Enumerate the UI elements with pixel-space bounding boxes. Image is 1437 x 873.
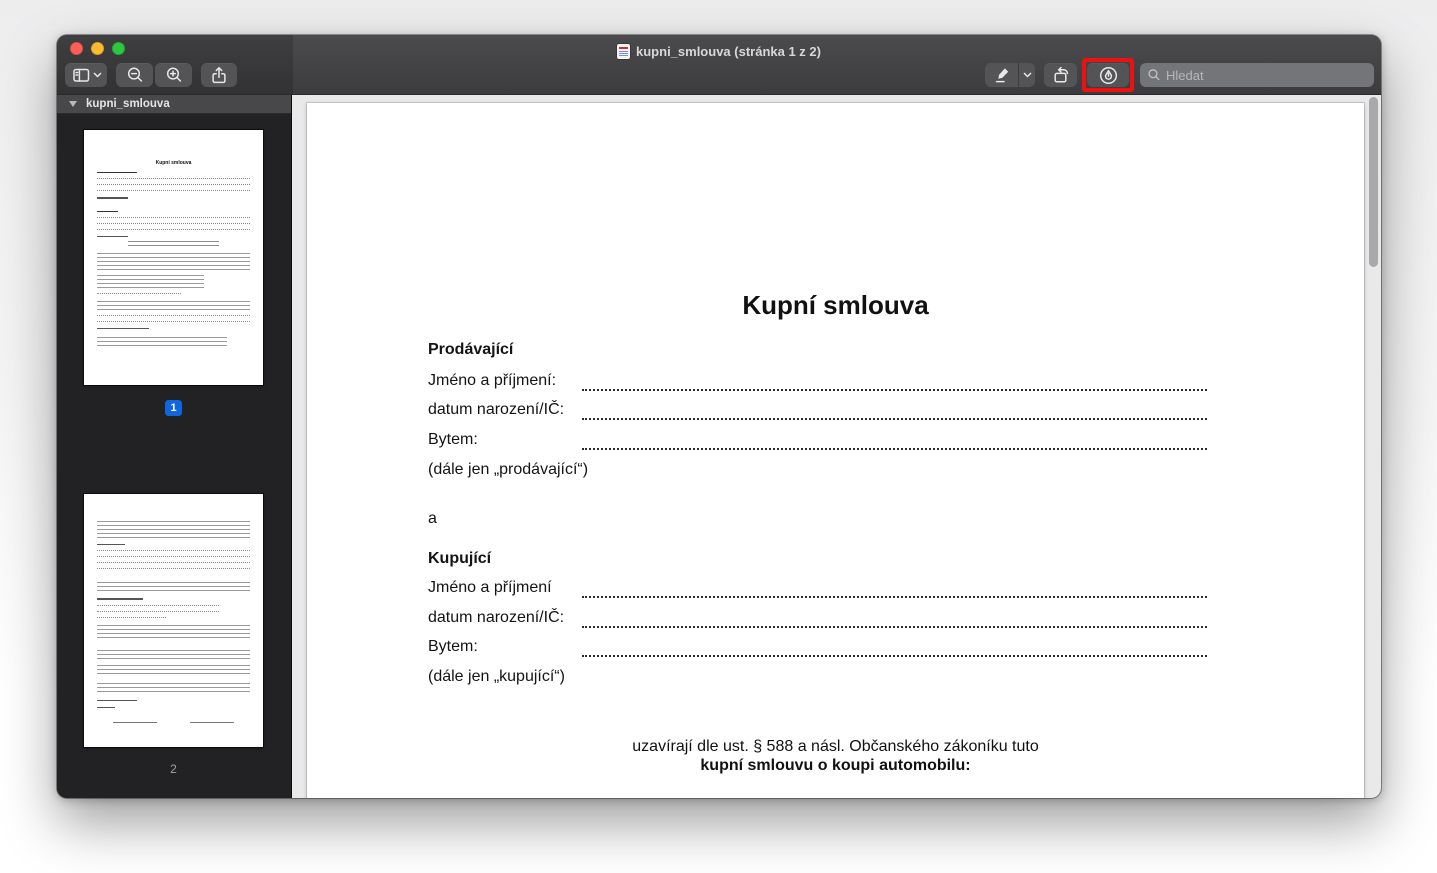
section-heading-buyer: Kupující (428, 549, 492, 567)
document-view: Kupní smlouva Prodávající Jméno a příjme… (292, 95, 1381, 798)
main-area: kupni_smlouva Kupní smlouva 1 2 Kupní sm… (57, 95, 1381, 798)
field-row: Jméno a příjmení (428, 574, 1207, 604)
field-label: Jméno a příjmení (428, 579, 552, 597)
window-title: kupni_smlouva (stránka 1 z 2) (617, 38, 821, 59)
chevron-down-icon (93, 72, 101, 78)
closing-line-1: uzavírají dle ust. § 588 a násl. Občansk… (632, 738, 1039, 755)
thumbnail-title: Kupní smlouva (155, 160, 192, 166)
field-label: Bytem: (428, 638, 478, 656)
search-input[interactable] (1140, 63, 1374, 87)
dotted-line (582, 637, 1207, 658)
search-icon (1148, 69, 1160, 81)
thumbnail-sidebar: kupni_smlouva Kupní smlouva 1 2 (57, 95, 292, 798)
disclosure-triangle-icon[interactable] (69, 101, 77, 107)
search-field (1140, 63, 1374, 87)
markup-pen-icon (1099, 66, 1117, 84)
traffic-lights (70, 35, 125, 61)
dotted-line (582, 371, 1207, 391)
share-button[interactable] (201, 63, 237, 87)
panel-left-icon (72, 68, 89, 82)
highlight-pen-menu-button[interactable] (1018, 63, 1035, 87)
chevron-down-icon (1023, 72, 1031, 78)
fullscreen-button[interactable] (112, 41, 125, 55)
highlight-split-button (985, 63, 1035, 87)
section-note-buyer: (dále jen „kupující“) (428, 668, 565, 685)
titlebar: kupni_smlouva (stránka 1 z 2) (57, 35, 1381, 61)
rotate-left-button[interactable] (1044, 63, 1077, 87)
section-heading-seller: Prodávající (428, 341, 514, 358)
highlighter-pen-icon (995, 68, 1008, 83)
field-row: Bytem: (428, 633, 1207, 663)
minimize-button[interactable] (91, 41, 104, 55)
sidebar-header: kupni_smlouva (57, 95, 291, 114)
field-label: datum narození/IČ: (428, 608, 565, 626)
page-1-thumbnail[interactable]: Kupní smlouva (84, 130, 263, 385)
closing-clause: uzavírají dle ust. § 588 a násl. Občansk… (307, 737, 1364, 775)
document-body: Prodávající Jméno a příjmení: datum naro… (428, 339, 1207, 692)
rotate-left-icon (1053, 66, 1068, 83)
closing-line-2: kupní smlouvu o koupi automobilu: (700, 757, 971, 774)
sidebar-toggle-button[interactable] (65, 63, 107, 87)
page-number-label: 2 (170, 762, 177, 776)
field-row: Bytem: (428, 425, 1207, 455)
window-header: kupni_smlouva (stránka 1 z 2) (57, 35, 1381, 95)
document-icon (617, 43, 631, 59)
field-label: Jméno a příjmení: (428, 371, 557, 389)
zoom-in-button[interactable] (155, 63, 192, 87)
dotted-line (582, 578, 1207, 599)
toolbar (57, 58, 1381, 95)
field-row: Jméno a příjmení: (428, 366, 1207, 396)
magnifier-plus-icon (166, 67, 181, 82)
window-title-text: kupni_smlouva (stránka 1 z 2) (636, 43, 821, 59)
document-title: Kupní smlouva (742, 290, 929, 320)
close-button[interactable] (70, 41, 83, 55)
preview-window: kupni_smlouva (stránka 1 z 2) Hledat kup… (57, 35, 1381, 798)
magnifier-minus-icon (127, 67, 142, 82)
highlight-pen-button[interactable] (985, 63, 1018, 87)
field-row: datum narození/IČ: (428, 396, 1207, 426)
page-2-thumbnail[interactable] (84, 494, 263, 747)
page-1-badge-row: 1 (84, 400, 263, 416)
page-2-label-row: 2 (84, 762, 263, 776)
field-row: datum narození/IČ: (428, 603, 1207, 633)
selected-page-badge: 1 (165, 400, 182, 416)
dotted-line (582, 400, 1207, 421)
section-note-seller: (dále jen „prodávající“) (428, 460, 589, 478)
markup-button[interactable] (1087, 63, 1129, 87)
zoom-out-button[interactable] (116, 63, 153, 87)
pdf-page: Kupní smlouva Prodávající Jméno a příjme… (307, 103, 1364, 798)
conjunction: a (428, 509, 437, 527)
dotted-line (582, 430, 1207, 450)
field-label: Bytem: (428, 430, 478, 448)
share-icon (212, 67, 226, 84)
field-label: datum narození/IČ: (428, 401, 565, 419)
sidebar-document-name: kupni_smlouva (86, 98, 170, 110)
vertical-scrollbar[interactable] (1369, 97, 1378, 267)
annotation-highlight-box (1082, 58, 1134, 92)
dotted-line (582, 608, 1207, 628)
